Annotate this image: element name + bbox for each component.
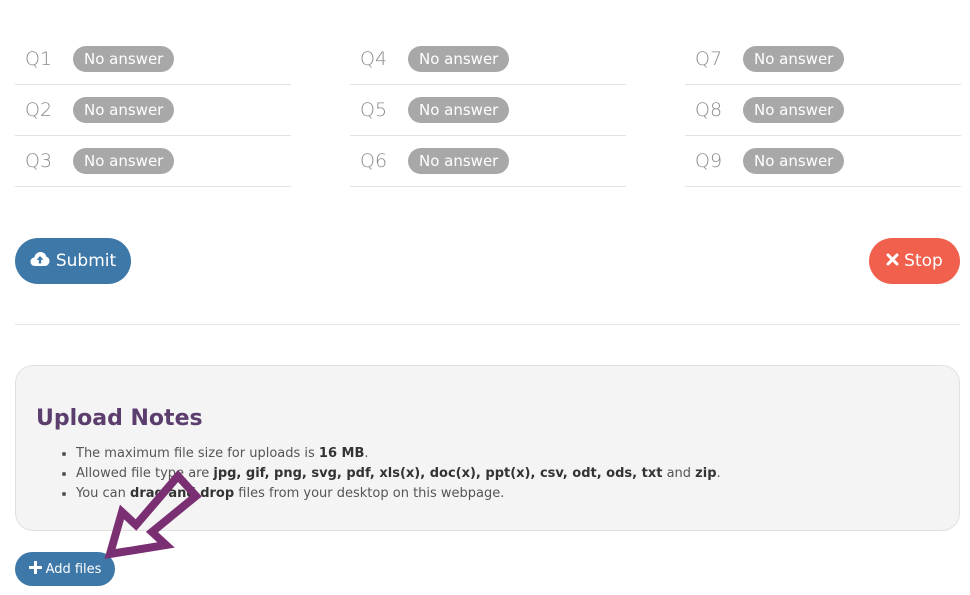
question-row: Q6 No answer: [350, 136, 626, 187]
status-badge[interactable]: No answer: [743, 148, 845, 174]
note-text: files from your desktop on this webpage.: [234, 486, 505, 501]
status-badge[interactable]: No answer: [408, 46, 510, 72]
question-label: Q7: [695, 48, 723, 70]
cloud-upload-icon: [30, 251, 50, 272]
question-row: Q3 No answer: [15, 136, 291, 187]
stop-button[interactable]: Stop: [869, 238, 960, 284]
max-size-value: 16 MB: [318, 446, 365, 461]
allowed-types-last: zip: [695, 466, 717, 481]
question-row: Q9 No answer: [685, 136, 961, 187]
status-badge[interactable]: No answer: [743, 97, 845, 123]
note-text: and: [662, 466, 696, 481]
question-column-1: Q1 No answer Q2 No answer Q3 No answer: [15, 34, 291, 187]
status-badge[interactable]: No answer: [743, 46, 845, 72]
question-row: Q5 No answer: [350, 85, 626, 136]
note-text: .: [364, 446, 369, 461]
note-text: The maximum file size for uploads is: [76, 446, 319, 461]
status-badge[interactable]: No answer: [73, 148, 175, 174]
question-row: Q2 No answer: [15, 85, 291, 136]
stop-label: Stop: [904, 251, 943, 271]
question-label: Q6: [360, 150, 388, 172]
list-item: The maximum file size for uploads is 16 …: [76, 444, 721, 464]
question-label: Q9: [695, 150, 723, 172]
submit-label: Submit: [55, 251, 117, 271]
question-column-3: Q7 No answer Q8 No answer Q9 No answer: [685, 34, 961, 187]
add-files-label: Add files: [45, 561, 102, 577]
question-label: Q4: [360, 48, 388, 70]
question-label: Q1: [25, 48, 53, 70]
question-label: Q2: [25, 99, 53, 121]
question-label: Q3: [25, 150, 53, 172]
status-badge[interactable]: No answer: [408, 148, 510, 174]
question-label: Q5: [360, 99, 388, 121]
upload-notes-title: Upload Notes: [36, 406, 203, 431]
question-row: Q4 No answer: [350, 34, 626, 85]
question-row: Q7 No answer: [685, 34, 961, 85]
close-icon: [886, 251, 899, 271]
question-column-2: Q4 No answer Q5 No answer Q6 No answer: [350, 34, 626, 187]
question-row: Q1 No answer: [15, 34, 291, 85]
allowed-types: jpg, gif, png, svg, pdf, xls(x), doc(x),…: [213, 466, 663, 481]
submit-button[interactable]: Submit: [15, 238, 131, 284]
plus-icon: [28, 560, 43, 578]
question-label: Q8: [695, 99, 723, 121]
status-badge[interactable]: No answer: [408, 97, 510, 123]
note-text: .: [716, 466, 721, 481]
divider: [15, 324, 960, 325]
question-row: Q8 No answer: [685, 85, 961, 136]
status-badge[interactable]: No answer: [73, 97, 175, 123]
arrow-annotation-icon: [104, 470, 202, 559]
status-badge[interactable]: No answer: [73, 46, 175, 72]
